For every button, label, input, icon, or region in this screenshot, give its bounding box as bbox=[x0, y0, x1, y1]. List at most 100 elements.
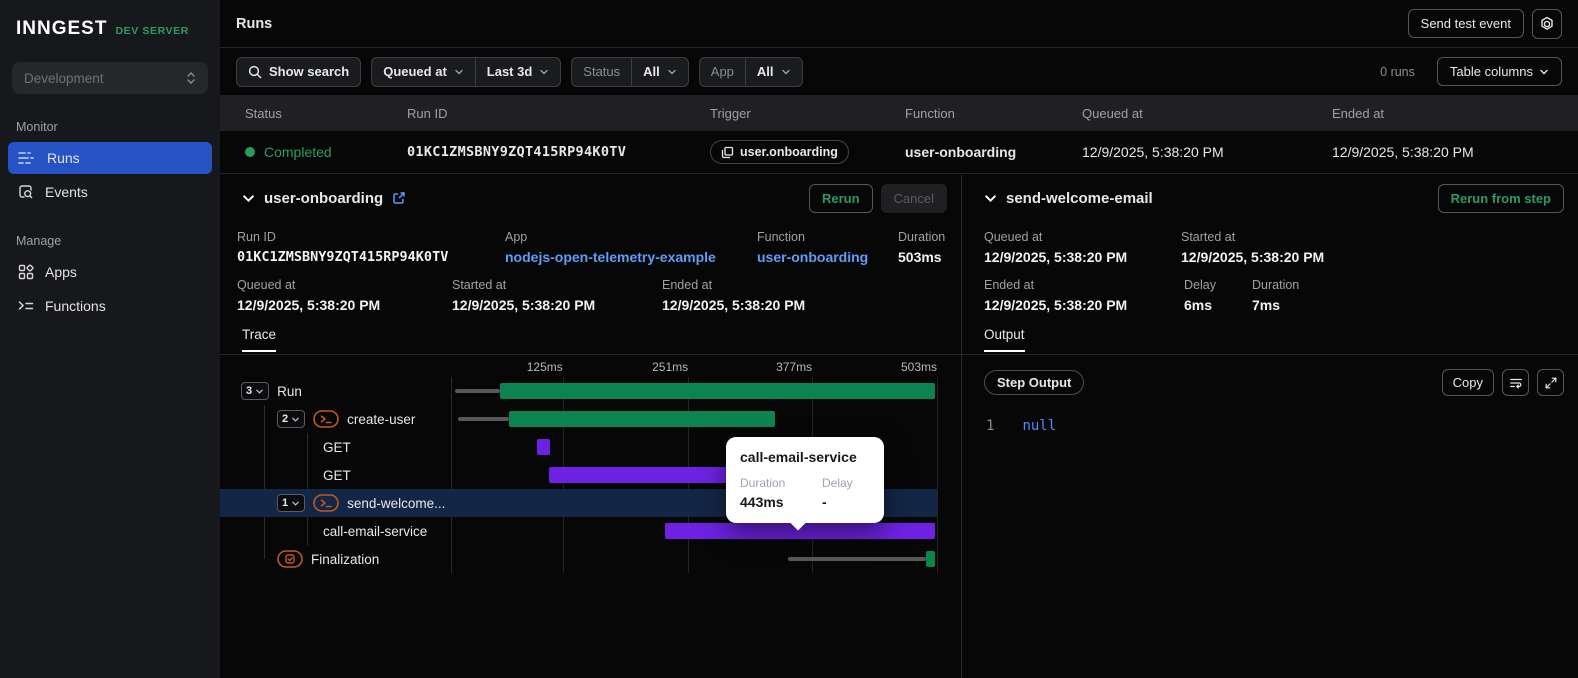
started-at-value: 12/9/2025, 5:38:20 PM bbox=[452, 297, 596, 313]
trace-row-create-user[interactable]: 2 create-user bbox=[220, 405, 937, 433]
page-header: Runs Send test event bbox=[220, 0, 1578, 48]
chevron-down-icon bbox=[540, 69, 548, 74]
settings-button[interactable] bbox=[1532, 8, 1562, 39]
external-link-icon[interactable] bbox=[392, 191, 406, 205]
app-filter[interactable]: App All bbox=[698, 56, 803, 87]
tab-output[interactable]: Output bbox=[984, 327, 1025, 352]
app-link[interactable]: nodejs-open-telemetry-example bbox=[505, 249, 757, 265]
terminal-step-icon bbox=[313, 410, 339, 428]
chevron-down-icon bbox=[1540, 69, 1548, 74]
search-icon bbox=[248, 65, 262, 79]
span-bar[interactable] bbox=[500, 383, 936, 399]
run-title: user-onboarding bbox=[264, 189, 384, 207]
field-label: Run ID bbox=[237, 230, 276, 244]
ended-at-value: 12/9/2025, 5:38:20 PM bbox=[662, 297, 806, 313]
dev-server-badge: DEV SERVER bbox=[115, 25, 189, 37]
trigger-pill[interactable]: user.onboarding bbox=[710, 140, 849, 164]
field-label: App bbox=[505, 230, 528, 244]
time-range-label: Last 3d bbox=[486, 64, 533, 79]
send-test-event-button[interactable]: Send test event bbox=[1407, 9, 1524, 38]
trace-row-label: 2 create-user bbox=[220, 410, 451, 428]
step-name: call-email-service bbox=[323, 523, 428, 539]
runs-table-header: Status Run ID Trigger Function Queued at… bbox=[220, 95, 1578, 131]
span-bar[interactable] bbox=[508, 411, 775, 427]
delay-line[interactable] bbox=[787, 557, 926, 561]
trace-row-label: GET bbox=[220, 468, 451, 483]
function-link[interactable]: user-onboarding bbox=[757, 249, 898, 265]
show-search-button[interactable]: Show search bbox=[236, 56, 362, 87]
trace-row-finalization[interactable]: Finalization bbox=[220, 545, 937, 573]
span-bar[interactable] bbox=[925, 551, 936, 567]
line-number: 1 bbox=[986, 418, 995, 434]
sidebar-item-label: Apps bbox=[45, 264, 77, 280]
trace-tab-bar: Trace bbox=[220, 326, 961, 355]
step-name: create-user bbox=[347, 411, 416, 427]
trace-row-chart[interactable] bbox=[451, 545, 937, 573]
rerun-button[interactable]: Rerun bbox=[808, 183, 873, 213]
delay-line[interactable] bbox=[454, 389, 501, 393]
column-header-ended-at: Ended at bbox=[1332, 105, 1385, 121]
run-id-cell: 01KC1ZMSBNY9ZQT415RP94K0TV bbox=[407, 144, 627, 160]
axis-tick-label: 503ms bbox=[900, 360, 937, 374]
trace-time-axis: 125ms 251ms 377ms 503ms bbox=[451, 355, 937, 377]
tooltip-title: call-email-service bbox=[740, 449, 857, 465]
tooltip-delay-value: - bbox=[822, 494, 827, 510]
rerun-from-step-button[interactable]: Rerun from step bbox=[1437, 183, 1564, 213]
step-queued-value: 12/9/2025, 5:38:20 PM bbox=[984, 249, 1128, 265]
table-row[interactable]: Completed 01KC1ZMSBNY9ZQT415RP94K0TV use… bbox=[220, 131, 1578, 174]
sidebar-item-runs[interactable]: Runs bbox=[8, 142, 212, 174]
tooltip-duration-value: 443ms bbox=[740, 494, 784, 510]
run-id-value: 01KC1ZMSBNY9ZQT415RP94K0TV bbox=[237, 249, 449, 265]
status-filter-value: All bbox=[643, 64, 660, 79]
collapse-chevron-icon[interactable] bbox=[242, 192, 255, 205]
field-label: Queued at bbox=[237, 278, 296, 292]
run-details-panel: user-onboarding Rerun Cancel Run ID 01KC… bbox=[220, 175, 962, 678]
trace-row-chart[interactable] bbox=[451, 377, 937, 405]
trace-row-label: 1 send-welcome... bbox=[220, 494, 451, 512]
queued-at-dropdown[interactable]: Queued at bbox=[372, 58, 475, 86]
chevron-up-down-icon bbox=[187, 72, 195, 84]
terminal-step-icon bbox=[313, 494, 339, 512]
time-range-dropdown[interactable]: Last 3d bbox=[476, 58, 561, 86]
table-columns-button[interactable]: Table columns bbox=[1436, 57, 1562, 86]
copy-button[interactable]: Copy bbox=[1441, 369, 1494, 396]
logo-wordmark: INNGEST bbox=[16, 18, 108, 39]
step-name: send-welcome... bbox=[347, 495, 446, 511]
column-header-status: Status bbox=[245, 105, 282, 121]
delay-line[interactable] bbox=[457, 417, 509, 421]
app-logo: INNGEST DEV SERVER bbox=[0, 0, 220, 40]
field-label: Ended at bbox=[662, 278, 713, 292]
tab-trace[interactable]: Trace bbox=[242, 327, 277, 352]
apps-icon bbox=[18, 264, 34, 280]
cancel-button[interactable]: Cancel bbox=[880, 183, 947, 213]
sidebar-item-apps[interactable]: Apps bbox=[8, 256, 212, 288]
chevron-down-icon bbox=[455, 69, 463, 74]
expand-icon bbox=[1545, 377, 1556, 388]
step-name: GET bbox=[323, 439, 351, 455]
status-filter[interactable]: Status All bbox=[571, 56, 689, 87]
sidebar-item-label: Functions bbox=[45, 298, 106, 314]
child-count-badge[interactable]: 2 bbox=[277, 410, 306, 428]
environment-select[interactable]: Development bbox=[12, 62, 208, 94]
chevron-down-icon bbox=[668, 69, 676, 74]
trace-row-chart[interactable] bbox=[451, 405, 937, 433]
child-count-badge[interactable]: 3 bbox=[241, 382, 270, 400]
span-bar[interactable] bbox=[537, 439, 551, 455]
word-wrap-button[interactable] bbox=[1502, 369, 1529, 396]
sidebar: INNGEST DEV SERVER Development Monitor R… bbox=[0, 0, 220, 678]
axis-tick-label: 251ms bbox=[652, 360, 689, 374]
step-output-badge[interactable]: Step Output bbox=[984, 370, 1085, 395]
time-filter-group: Queued at Last 3d bbox=[371, 56, 562, 87]
collapse-chevron-icon[interactable] bbox=[984, 192, 997, 205]
child-count-badge[interactable]: 1 bbox=[277, 494, 306, 512]
trace-row-run[interactable]: 3 Run bbox=[220, 377, 937, 405]
step-ended-value: 12/9/2025, 5:38:20 PM bbox=[984, 297, 1128, 313]
event-stack-icon bbox=[721, 146, 734, 158]
step-name: Finalization bbox=[311, 551, 380, 567]
app-filter-label: App bbox=[710, 64, 734, 79]
sidebar-item-functions[interactable]: Functions bbox=[8, 290, 212, 322]
trace-row-label: GET bbox=[220, 440, 451, 455]
status-badge: Completed bbox=[264, 144, 332, 160]
expand-button[interactable] bbox=[1537, 369, 1564, 396]
sidebar-item-events[interactable]: Events bbox=[8, 176, 212, 208]
